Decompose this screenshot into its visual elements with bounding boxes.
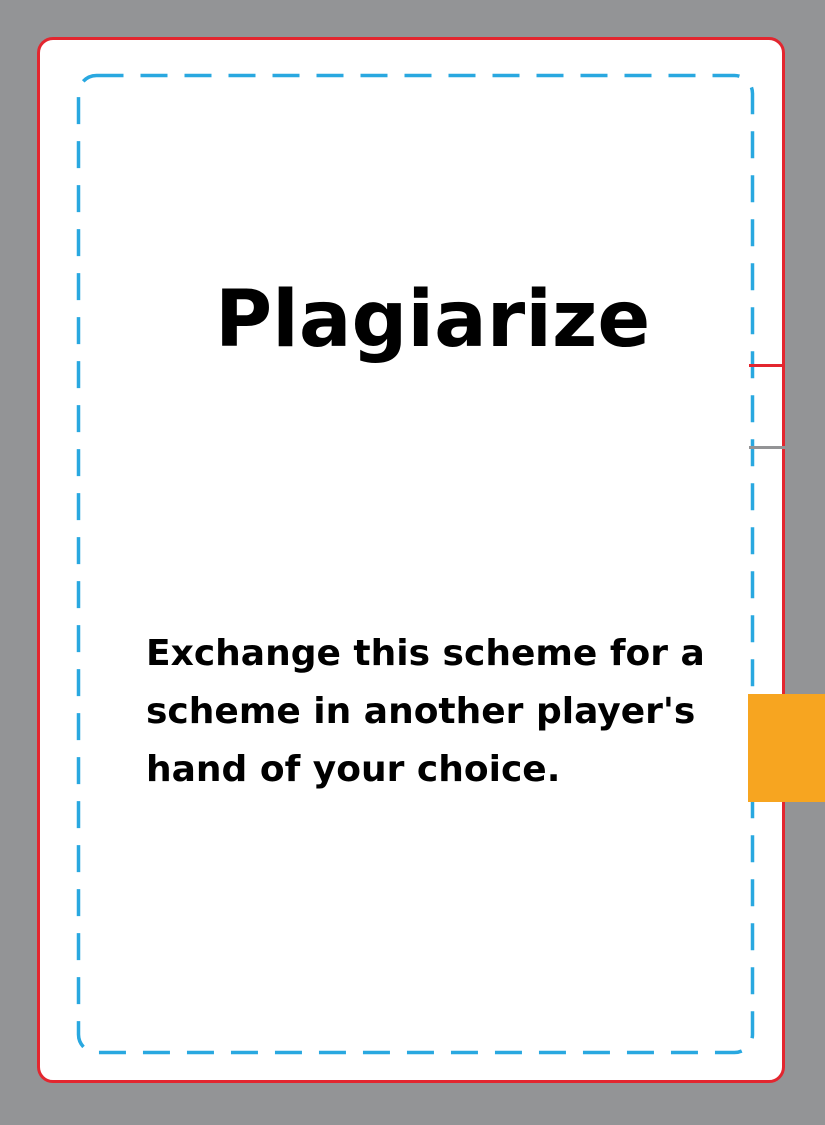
gray-trim-mark <box>749 446 785 449</box>
card-title: Plagiarize <box>215 275 651 365</box>
orange-tab <box>748 694 825 802</box>
scheme-card <box>37 37 785 1083</box>
print-sheet: Plagiarize Exchange this scheme for a sc… <box>0 0 825 1125</box>
red-trim-mark <box>749 364 785 367</box>
safe-zone-border <box>76 73 755 1055</box>
card-description: Exchange this scheme for a scheme in ano… <box>146 633 705 790</box>
